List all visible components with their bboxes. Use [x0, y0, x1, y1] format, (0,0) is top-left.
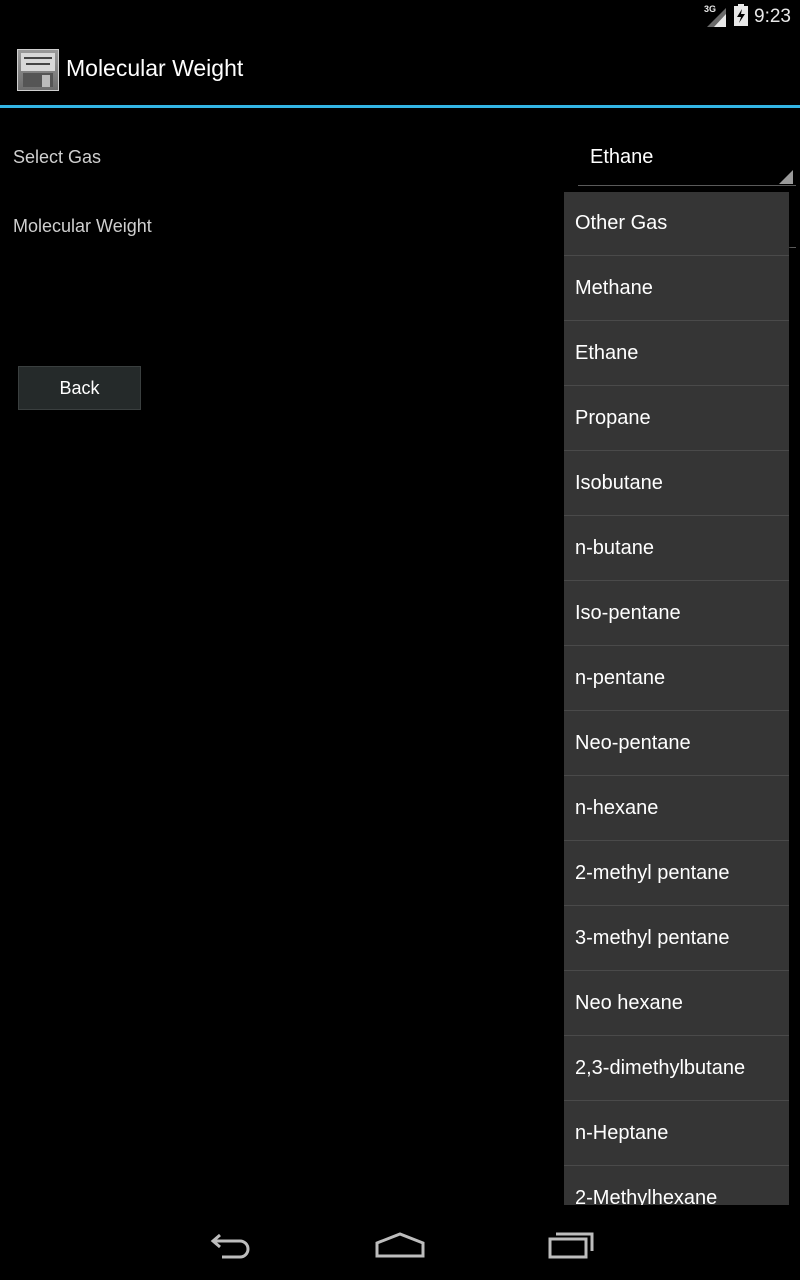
dropdown-option[interactable]: n-Heptane	[564, 1102, 789, 1166]
signal-icon: 3G	[704, 4, 728, 28]
dropdown-option[interactable]: n-hexane	[564, 777, 789, 841]
dropdown-option[interactable]: Ethane	[564, 322, 789, 386]
home-icon[interactable]	[370, 1223, 430, 1263]
dropdown-option-label: n-Heptane	[575, 1122, 669, 1144]
screen: 3G 9:23 Molecular Weight Select Gas Etha…	[0, 0, 800, 1280]
dropdown-option[interactable]: Neo hexane	[564, 972, 789, 1036]
app-icon[interactable]	[17, 49, 59, 91]
dropdown-option[interactable]: Neo-pentane	[564, 712, 789, 776]
dropdown-option[interactable]: 2-methyl pentane	[564, 842, 789, 906]
page-title: Molecular Weight	[66, 55, 244, 81]
dropdown-option-label: Neo hexane	[575, 992, 683, 1014]
recent-apps-icon[interactable]	[543, 1223, 603, 1263]
dropdown-option[interactable]: Propane	[564, 387, 789, 451]
clock: 9:23	[754, 6, 791, 27]
dropdown-option[interactable]: Isobutane	[564, 452, 789, 516]
dropdown-option-label: Other Gas	[575, 212, 668, 234]
dropdown-option[interactable]: Methane	[564, 257, 789, 321]
dropdown-option-label: Isobutane	[575, 472, 663, 494]
action-bar: Molecular Weight	[0, 33, 800, 108]
status-bar: 3G 9:23	[0, 0, 800, 33]
dropdown-option[interactable]: n-pentane	[564, 647, 789, 711]
dropdown-option-label: n-hexane	[575, 797, 659, 819]
network-type: 3G	[704, 4, 717, 14]
dropdown-option-label: Ethane	[575, 342, 639, 364]
dropdown-option-label: 2-methyl pentane	[575, 862, 730, 884]
dropdown-option-label: n-pentane	[575, 667, 666, 689]
dropdown-option-label: Propane	[575, 407, 651, 429]
navigation-bar	[0, 1205, 800, 1280]
dropdown-option-label: 2,3-dimethylbutane	[575, 1057, 746, 1079]
dropdown-option[interactable]: 2-Methylhexane	[564, 1167, 789, 1205]
dropdown-option[interactable]: n-butane	[564, 517, 789, 581]
selected-gas: Ethane	[590, 146, 654, 168]
select-gas-label: Select Gas	[13, 147, 102, 167]
back-button[interactable]: Back	[18, 366, 141, 410]
dropdown-option-label: Methane	[575, 277, 653, 299]
dropdown-option-label: Iso-pentane	[575, 602, 681, 624]
gas-dropdown-list[interactable]: Other Gas Methane Ethane Propane Isobutane n-…	[564, 192, 789, 1205]
battery-icon	[734, 4, 749, 30]
dropdown-arrow-icon	[779, 170, 793, 184]
dropdown-option-label: Neo-pentane	[575, 732, 691, 754]
dropdown-option[interactable]: 3-methyl pentane	[564, 907, 789, 971]
molecular-weight-label: Molecular Weight	[13, 216, 152, 236]
dropdown-option-label: n-butane	[575, 537, 654, 559]
dropdown-option-label: 2-Methylhexane	[575, 1187, 718, 1205]
gas-spinner[interactable]: Ethane	[578, 130, 796, 186]
dropdown-option[interactable]: Iso-pentane	[564, 582, 789, 646]
dropdown-option-label: 3-methyl pentane	[575, 927, 730, 949]
dropdown-option[interactable]: Other Gas	[564, 192, 789, 256]
status-icons: 3G 9:23	[704, 4, 791, 30]
back-arrow-icon[interactable]	[200, 1223, 260, 1263]
dropdown-option[interactable]: 2,3-dimethylbutane	[564, 1037, 789, 1101]
